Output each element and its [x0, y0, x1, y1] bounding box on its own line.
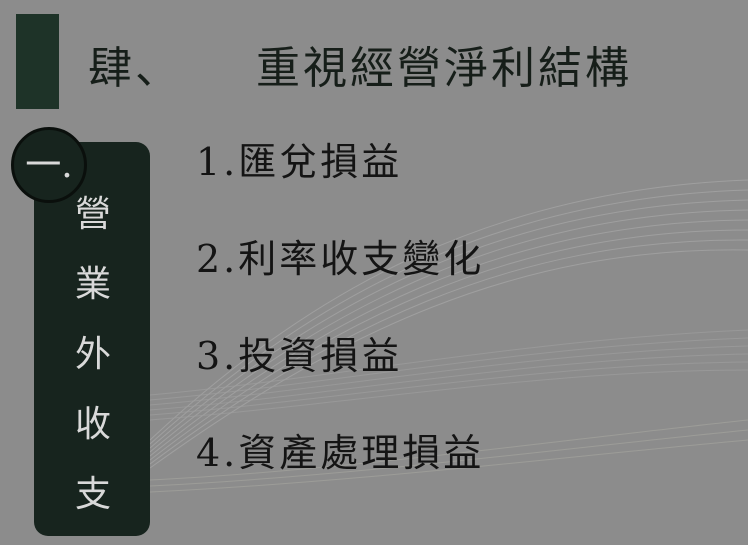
side-char: 外 — [74, 334, 111, 375]
side-char: 業 — [74, 264, 111, 305]
title-accent-bar — [16, 14, 59, 109]
slide-title: 肆、 重視經營淨利結構 — [88, 32, 632, 96]
side-char: 收 — [74, 404, 111, 445]
slide: 肆、 重視經營淨利結構 一. 營 業 外 收 支 1.匯兌損益 2.利率收支變化… — [0, 0, 748, 545]
item-list: 1.匯兌損益 2.利率收支變化 3.投資損益 4.資產處理損益 — [196, 130, 484, 518]
list-item: 1.匯兌損益 — [196, 140, 403, 184]
side-char: 營 — [74, 194, 111, 235]
list-item: 2.利率收支變化 — [196, 237, 485, 281]
title-number: 肆、 — [88, 43, 182, 94]
list-item: 3.投資損益 — [196, 334, 403, 378]
title-text: 重視經營淨利結構 — [256, 43, 632, 94]
side-category-label: 營 業 外 收 支 — [46, 180, 140, 530]
side-char: 支 — [74, 474, 111, 515]
list-item: 4.資產處理損益 — [196, 431, 485, 475]
